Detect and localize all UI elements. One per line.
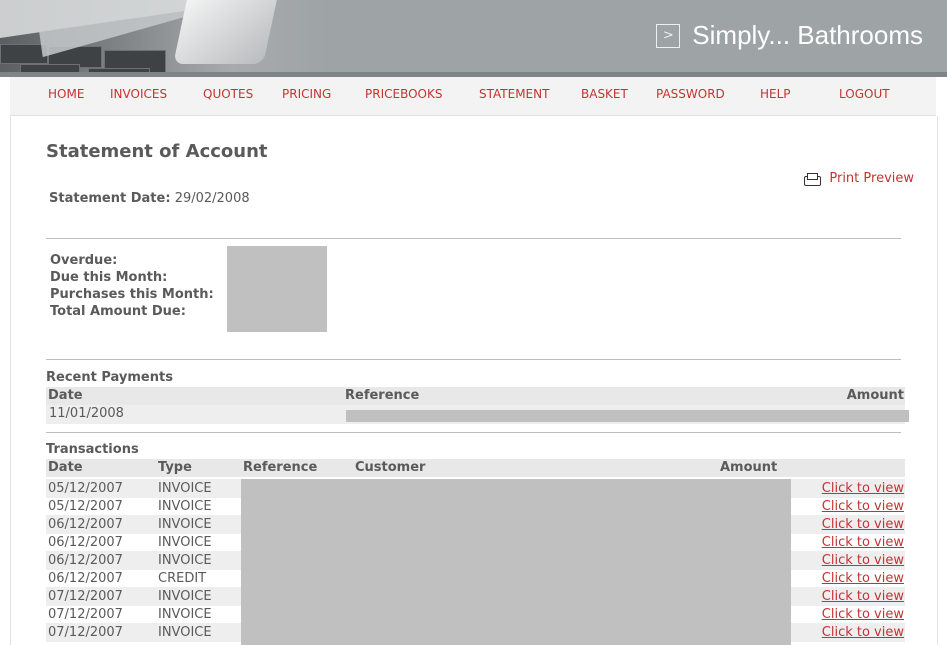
divider [46,432,901,433]
click-to-view-link[interactable]: Click to view [822,535,904,550]
nav-password-link[interactable]: PASSWORD [656,87,725,101]
site-logo[interactable]: > Simply... Bathrooms [656,20,923,51]
transaction-date: 06/12/2007 [48,571,123,586]
overdue-label: Overdue: [50,253,118,268]
transaction-date: 06/12/2007 [48,517,123,532]
recent-payments-amount-header: Amount [846,388,904,403]
account-summary: Overdue: Due this Month: Purchases this … [50,252,214,320]
click-to-view-link[interactable]: Click to view [822,607,904,622]
printer-icon [804,172,822,186]
recent-payment-redacted [346,410,909,422]
statement-date-label: Statement Date: [49,191,171,206]
transaction-type: CREDIT [158,571,207,586]
click-to-view-link[interactable]: Click to view [822,553,904,568]
transaction-type: INVOICE [158,625,212,640]
chevron-right-icon: > [656,23,681,48]
transaction-date: 07/12/2007 [48,589,123,604]
transaction-type: INVOICE [158,607,212,622]
nav-home-link[interactable]: HOME [48,87,84,101]
nav-basket-link[interactable]: BASKET [581,87,628,101]
statement-date-value: 29/02/2008 [174,191,250,206]
transaction-date: 06/12/2007 [48,535,123,550]
transaction-date: 05/12/2007 [48,499,123,514]
summary-values-redacted [227,246,327,332]
transactions-header: Date Type Reference Customer Amount [46,459,905,477]
transaction-type: INVOICE [158,535,212,550]
transactions-type-header: Type [158,460,192,475]
statement-date: Statement Date: 29/02/2008 [49,191,250,206]
transaction-type: INVOICE [158,553,212,568]
transaction-date: 06/12/2007 [48,553,123,568]
recent-payments-header: Date Reference Amount [46,387,905,405]
nav-statement-link[interactable]: STATEMENT [479,87,549,101]
recent-payment-date: 11/01/2008 [49,406,124,421]
click-to-view-link[interactable]: Click to view [822,625,904,640]
click-to-view-link[interactable]: Click to view [822,499,904,514]
transaction-date: 07/12/2007 [48,607,123,622]
transaction-date: 07/12/2007 [48,625,123,640]
click-to-view-link[interactable]: Click to view [822,517,904,532]
transactions-customer-header: Customer [355,460,426,475]
transaction-date: 05/12/2007 [48,481,123,496]
divider [46,359,901,360]
transactions-amount-header: Amount [720,460,778,475]
brand-name: Simply... Bathrooms [692,20,923,50]
recent-payments-reference-header: Reference [345,388,420,403]
print-preview-label: Print Preview [829,171,914,186]
recent-payments-title: Recent Payments [46,370,173,385]
bathroom-photo [0,0,330,72]
top-navigation: HOME INVOICES QUOTES PRICING PRICEBOOKS … [10,77,936,116]
site-header-banner: > Simply... Bathrooms [0,0,947,72]
transactions-redacted-block [241,479,791,645]
click-to-view-link[interactable]: Click to view [822,589,904,604]
recent-payments-date-header: Date [48,388,83,403]
nav-pricebooks-link[interactable]: PRICEBOOKS [365,87,442,101]
transactions-reference-header: Reference [243,460,318,475]
print-preview-link[interactable]: Print Preview [804,171,914,186]
divider [46,238,901,239]
click-to-view-link[interactable]: Click to view [822,571,904,586]
transactions-date-header: Date [48,460,83,475]
total-amount-due-label: Total Amount Due: [50,304,186,319]
transaction-type: INVOICE [158,517,212,532]
transactions-title: Transactions [46,442,139,457]
purchases-this-month-label: Purchases this Month: [50,287,214,302]
nav-logout-link[interactable]: LOGOUT [839,87,890,101]
page-title: Statement of Account [46,141,268,162]
nav-pricing-link[interactable]: PRICING [282,87,331,101]
nav-quotes-link[interactable]: QUOTES [203,87,253,101]
transaction-type: INVOICE [158,589,212,604]
transaction-type: INVOICE [158,499,212,514]
due-this-month-label: Due this Month: [50,270,168,285]
transaction-type: INVOICE [158,481,212,496]
click-to-view-link[interactable]: Click to view [822,481,904,496]
nav-help-link[interactable]: HELP [760,87,791,101]
nav-invoices-link[interactable]: INVOICES [110,87,167,101]
